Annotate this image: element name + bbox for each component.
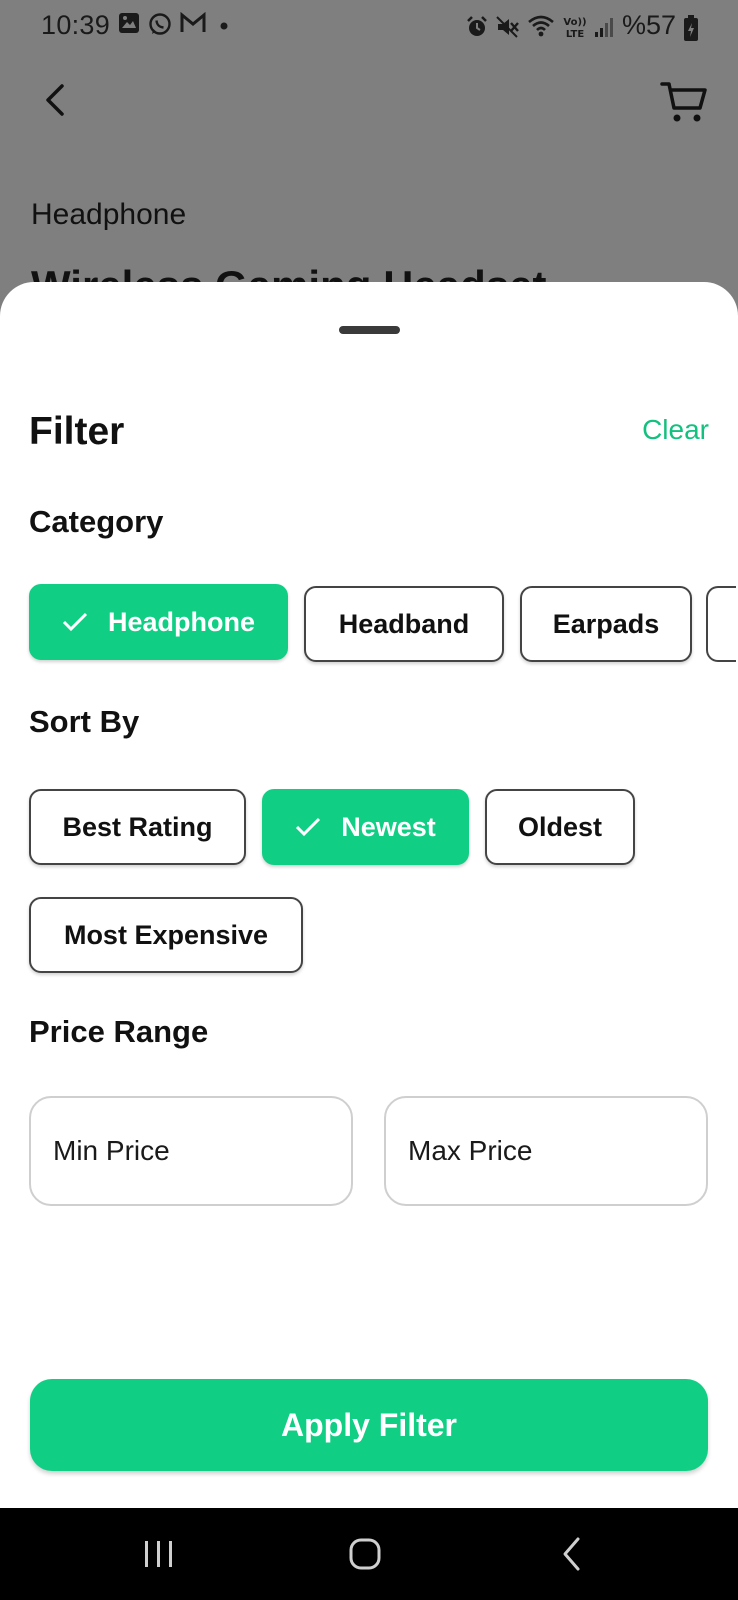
svg-text:Vo)): Vo)) [563,17,586,28]
battery-icon [684,15,698,41]
battery-percent: %57 [622,10,677,40]
product-category: Headphone [31,198,187,231]
category-chip-headband[interactable]: Headband [304,586,504,662]
clear-button[interactable]: Clear [642,414,709,446]
signal-icon [595,18,613,37]
volte-icon: Vo)) LTE [563,17,586,40]
sort-chip-most-expensive[interactable]: Most Expensive [29,897,303,973]
min-price-input[interactable] [29,1096,353,1206]
filter-title: Filter [29,410,125,453]
sort-chip-best-rating[interactable]: Best Rating [29,789,246,865]
apply-filter-button[interactable]: Apply Filter [30,1379,708,1471]
gmail-icon [180,12,206,32]
chip-label: Best Rating [62,811,213,842]
mute-icon [496,16,519,38]
filter-sheet: Filter Clear Category Headphone Headband… [0,282,738,1510]
back-icon[interactable] [38,82,70,118]
apply-filter-label: Apply Filter [280,1406,457,1443]
recent-apps-icon[interactable] [143,1532,175,1576]
svg-text:LTE: LTE [566,29,585,40]
category-chip-headphone[interactable]: Headphone [29,584,288,660]
status-bar: 10:39 Vo)) LTE %57 [0,0,738,56]
chip-label: Most Expensive [63,919,269,950]
sort-by-label: Sort By [29,704,140,739]
sort-chip-oldest[interactable]: Oldest [485,789,635,865]
check-icon [62,612,88,632]
cart-icon[interactable] [660,78,708,126]
home-icon[interactable] [348,1532,382,1576]
category-label: Category [29,504,164,539]
chip-label: Newest [341,811,436,842]
status-time: 10:39 [41,10,111,40]
category-chip-partial[interactable] [706,586,736,662]
price-range-label: Price Range [29,1014,209,1049]
alarm-icon [467,16,487,36]
dot-icon [220,22,228,30]
whatsapp-icon [149,13,171,35]
max-price-input[interactable] [384,1096,708,1206]
wifi-icon [528,15,554,37]
chip-label: Earpads [552,608,660,639]
check-icon [296,817,321,837]
gallery-icon [119,13,139,33]
drag-handle[interactable] [339,326,400,334]
category-chip-earpads[interactable]: Earpads [520,586,692,662]
chip-label: Headphone [107,606,255,637]
back-nav-icon[interactable] [560,1532,584,1576]
system-nav-bar [0,1508,738,1600]
sort-chip-newest[interactable]: Newest [262,789,469,865]
chip-label: Headband [338,608,470,639]
chip-label: Oldest [517,811,603,842]
